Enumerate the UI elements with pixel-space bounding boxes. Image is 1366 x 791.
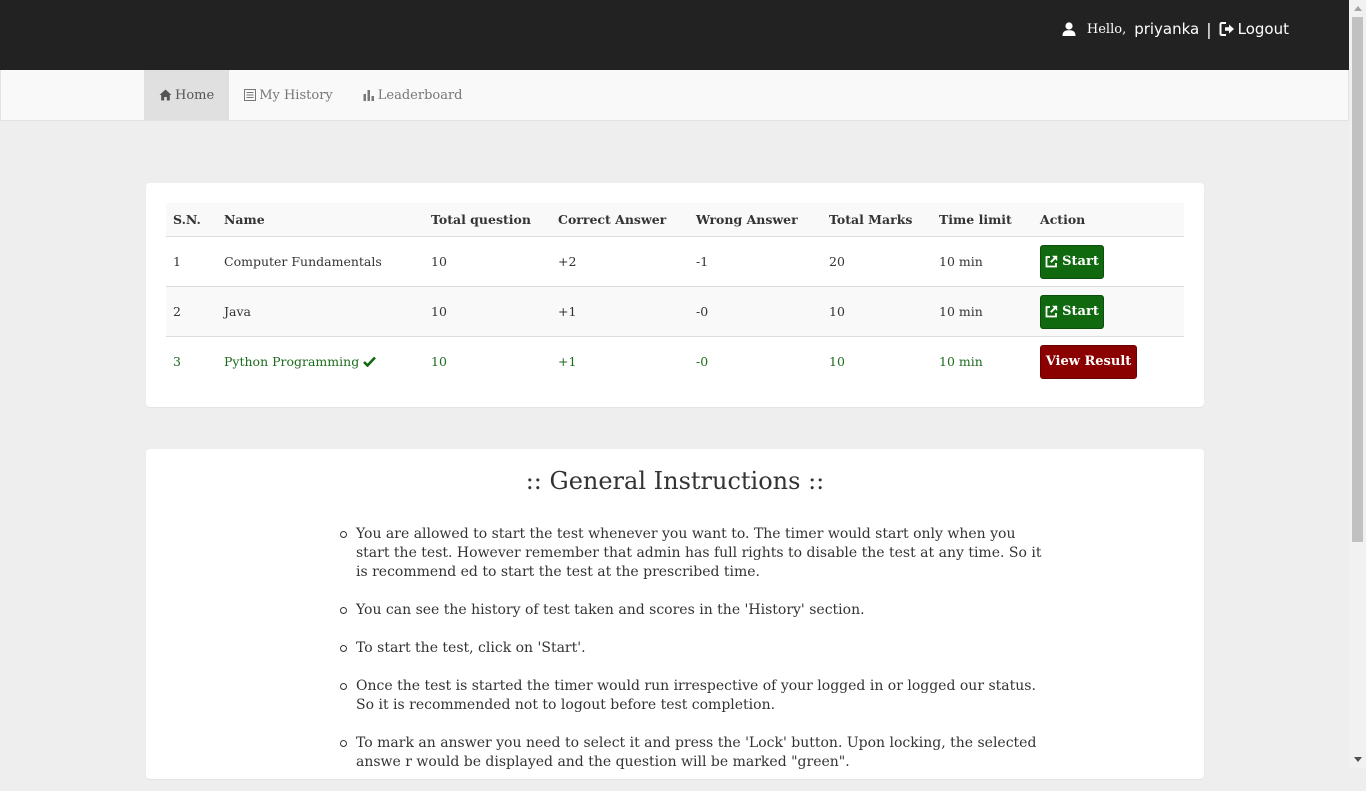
- instruction-text: You can see the history of test taken an…: [356, 602, 865, 618]
- col-total-question: Total question: [424, 203, 551, 237]
- bullet-icon: [340, 607, 347, 614]
- col-time-limit: Time limit: [932, 203, 1033, 237]
- col-total-marks: Total Marks: [822, 203, 932, 237]
- view-result-button[interactable]: View Result: [1040, 344, 1137, 379]
- test-name: Python Programming: [224, 354, 360, 369]
- scroll-thumb[interactable]: [1352, 17, 1363, 542]
- nav-tabs: Home My History Leaderboard: [144, 70, 478, 120]
- cell-wrong: -0: [689, 336, 822, 386]
- start-button[interactable]: Start: [1040, 244, 1104, 279]
- logout-icon: [1219, 22, 1234, 36]
- list-icon: [244, 89, 257, 101]
- list-item: To start the test, click on 'Start'.: [340, 639, 1046, 658]
- cell-sn: 3: [166, 336, 217, 386]
- navbar: Home My History Leaderboard: [0, 70, 1349, 121]
- start-button[interactable]: Start: [1040, 294, 1104, 329]
- cell-name: Java: [217, 286, 424, 337]
- instruction-text: You are allowed to start the test whenev…: [356, 526, 1042, 580]
- cell-time: 10 min: [932, 236, 1033, 287]
- nav-home[interactable]: Home: [144, 70, 230, 120]
- bullet-icon: [340, 683, 347, 690]
- instructions-panel: :: General Instructions :: You are allow…: [146, 449, 1204, 779]
- cell-correct: +2: [551, 236, 689, 287]
- cell-name: Computer Fundamentals: [217, 236, 424, 287]
- col-wrong-answer: Wrong Answer: [689, 203, 822, 237]
- col-action: Action: [1033, 203, 1184, 237]
- cell-marks: 10: [822, 286, 932, 337]
- cell-wrong: -1: [689, 236, 822, 287]
- start-label: Start: [1062, 304, 1099, 319]
- cell-marks: 20: [822, 236, 932, 287]
- cell-time: 10 min: [932, 286, 1033, 337]
- bullet-icon: [340, 531, 347, 538]
- list-item: To mark an answer you need to select it …: [340, 734, 1046, 772]
- header-separator: |: [1206, 19, 1212, 39]
- cell-correct: +1: [551, 286, 689, 337]
- user-box: Hello, priyanka | Logout: [1061, 18, 1289, 40]
- list-item: Once the test is started the timer would…: [340, 677, 1046, 715]
- scroll-down-arrow-icon[interactable]: [1349, 751, 1366, 768]
- nav-home-label: Home: [175, 87, 215, 103]
- cell-action: View Result: [1033, 336, 1184, 386]
- col-correct-answer: Correct Answer: [551, 203, 689, 237]
- logout-link[interactable]: Logout: [1219, 20, 1289, 38]
- nav-my-history-label: My History: [259, 87, 333, 103]
- cell-action: Start: [1033, 286, 1184, 337]
- table-row: 2 Java 10 +1 -0 10 10 min Start: [166, 286, 1184, 337]
- home-icon: [159, 89, 172, 101]
- start-label: Start: [1062, 254, 1099, 269]
- instruction-text: To mark an answer you need to select it …: [356, 735, 1037, 770]
- instructions-list: You are allowed to start the test whenev…: [340, 525, 1046, 791]
- cell-correct: +1: [551, 336, 689, 386]
- nav-my-history[interactable]: My History: [229, 70, 348, 120]
- tests-table: S.N. Name Total question Correct Answer …: [166, 203, 1184, 386]
- hello-text: Hello,: [1086, 21, 1127, 37]
- cell-time: 10 min: [932, 336, 1033, 386]
- cell-sn: 2: [166, 286, 217, 337]
- cell-total: 10: [424, 236, 551, 287]
- external-link-icon: [1045, 255, 1058, 268]
- user-icon: [1062, 22, 1076, 36]
- instruction-text: Once the test is started the timer would…: [356, 678, 1036, 713]
- cell-sn: 1: [166, 236, 217, 287]
- cell-wrong: -0: [689, 286, 822, 337]
- table-row: 3 Python Programming 10 +1 -0 10 10 min …: [166, 336, 1184, 386]
- bullet-icon: [340, 645, 347, 652]
- logout-label: Logout: [1237, 20, 1289, 38]
- checkmark-icon: [363, 356, 377, 368]
- nav-leaderboard-label: Leaderboard: [377, 87, 463, 103]
- table-header-row: S.N. Name Total question Correct Answer …: [166, 203, 1184, 237]
- external-link-icon: [1045, 305, 1058, 318]
- cell-name: Python Programming: [217, 336, 424, 386]
- list-item: You can see the history of test taken an…: [340, 601, 1046, 620]
- page-scrollbar[interactable]: [1349, 0, 1366, 768]
- bullet-icon: [340, 740, 347, 747]
- bar-chart-icon: [363, 90, 374, 101]
- table-row: 1 Computer Fundamentals 10 +2 -1 20 10 m…: [166, 236, 1184, 287]
- username: priyanka: [1134, 20, 1200, 38]
- tests-panel: S.N. Name Total question Correct Answer …: [146, 183, 1204, 407]
- top-header: Hello, priyanka | Logout: [0, 0, 1349, 70]
- cell-total: 10: [424, 286, 551, 337]
- nav-leaderboard[interactable]: Leaderboard: [348, 70, 478, 120]
- col-name: Name: [217, 203, 424, 237]
- cell-total: 10: [424, 336, 551, 386]
- instructions-title: :: General Instructions ::: [525, 467, 825, 495]
- scroll-up-arrow-icon[interactable]: [1349, 0, 1366, 17]
- cell-action: Start: [1033, 236, 1184, 287]
- instruction-text: To start the test, click on 'Start'.: [356, 640, 586, 656]
- cell-marks: 10: [822, 336, 932, 386]
- list-item: You are allowed to start the test whenev…: [340, 525, 1046, 582]
- col-sn: S.N.: [166, 203, 217, 237]
